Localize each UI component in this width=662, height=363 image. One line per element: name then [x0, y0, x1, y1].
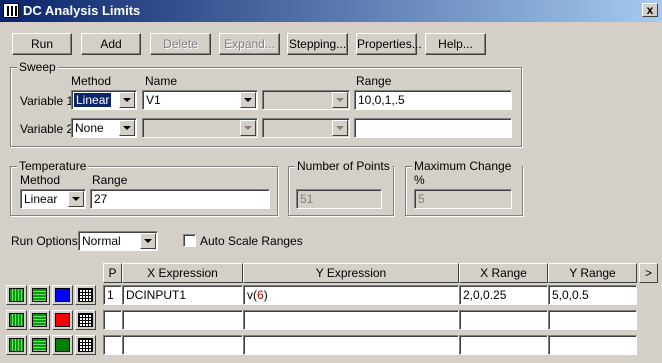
grid-options-icon[interactable]	[75, 335, 96, 355]
maximum-change-legend: Maximum Change %	[412, 159, 522, 187]
temperature-range-header: Range	[92, 173, 128, 187]
grid-options-icon[interactable]	[75, 285, 96, 305]
col-header-x-range[interactable]: X Range	[459, 263, 548, 283]
plot-vertical-bars-icon[interactable]	[6, 310, 27, 330]
y-expression-prefix: v(	[247, 288, 257, 302]
properties-button[interactable]: Properties...	[356, 33, 422, 55]
temperature-method-header: Method	[20, 173, 61, 187]
chevron-down-icon[interactable]	[68, 191, 84, 207]
variable1-range-input[interactable]: 10,0,1,.5	[354, 90, 512, 110]
temperature-range-input[interactable]: 27	[90, 189, 270, 209]
app-icon	[3, 3, 19, 18]
row-y-expression[interactable]	[243, 335, 459, 355]
chevron-down-icon[interactable]	[240, 120, 256, 136]
dc-analysis-limits-window: DC Analysis Limits x Run Add Delete Expa…	[0, 0, 662, 363]
sweep-range-header: Range	[356, 74, 392, 88]
temperature-legend: Temperature	[17, 159, 89, 173]
variable1-name-select[interactable]: V1	[142, 90, 258, 110]
window-title: DC Analysis Limits	[23, 3, 141, 18]
variable2-label: Variable 2	[20, 122, 74, 136]
chevron-down-icon[interactable]	[140, 233, 156, 249]
expand-button[interactable]: Expand...	[219, 33, 280, 55]
col-header-p[interactable]: P	[103, 263, 122, 283]
add-button[interactable]: Add	[81, 33, 141, 55]
run-button[interactable]: Run	[12, 33, 72, 55]
temperature-method-select[interactable]: Linear	[20, 189, 86, 209]
variable1-label: Variable 1	[20, 94, 74, 108]
sweep-method-header: Method	[71, 74, 112, 88]
variable2-method-select[interactable]: None	[71, 118, 137, 138]
row-x-range[interactable]: 2,0,0.25	[459, 285, 548, 305]
row-plot-number[interactable]	[103, 335, 122, 355]
row-x-range[interactable]	[459, 310, 548, 330]
more-columns-button[interactable]: >	[639, 263, 658, 283]
row-y-range[interactable]	[548, 335, 637, 355]
auto-scale-checkbox[interactable]	[183, 234, 196, 247]
row-x-range[interactable]	[459, 335, 548, 355]
row-y-range[interactable]: 5,0,0.5	[548, 285, 637, 305]
sweep-legend: Sweep	[17, 60, 58, 74]
row-plot-number[interactable]: 1	[103, 285, 122, 305]
chevron-down-icon[interactable]	[332, 92, 348, 108]
chevron-down-icon[interactable]	[332, 120, 348, 136]
maximum-change-input[interactable]: 5	[414, 189, 512, 209]
row-plot-number[interactable]	[103, 310, 122, 330]
col-header-y-range[interactable]: Y Range	[548, 263, 637, 283]
row-y-expression[interactable]	[243, 310, 459, 330]
plot-horizontal-bars-icon[interactable]	[29, 310, 50, 330]
stepping-button[interactable]: Stepping...	[287, 33, 348, 55]
variable1-method-select[interactable]: Linear	[71, 90, 137, 110]
close-button[interactable]: x	[642, 3, 658, 17]
chevron-down-icon[interactable]	[119, 120, 135, 136]
plot-vertical-bars-icon[interactable]	[6, 285, 27, 305]
chevron-down-icon[interactable]	[240, 92, 256, 108]
variable1-param-select[interactable]	[262, 90, 350, 110]
run-options-select[interactable]: Normal	[78, 231, 158, 251]
row-x-expression[interactable]: DCINPUT1	[122, 285, 243, 305]
plot-horizontal-bars-icon[interactable]	[29, 335, 50, 355]
title-bar[interactable]: DC Analysis Limits x	[0, 0, 662, 22]
curve-color-swatch[interactable]	[52, 335, 73, 355]
number-of-points-input[interactable]: 51	[296, 189, 382, 209]
auto-scale-label[interactable]: Auto Scale Ranges	[200, 234, 303, 248]
row-y-expression[interactable]: v(6)	[243, 285, 459, 305]
col-header-x-expression[interactable]: X Expression	[122, 263, 243, 283]
variable2-param-select[interactable]	[262, 118, 350, 138]
number-of-points-legend: Number of Points	[295, 159, 392, 173]
delete-button[interactable]: Delete	[150, 33, 211, 55]
variable2-method-value: None	[75, 121, 104, 135]
chevron-down-icon[interactable]	[119, 92, 135, 108]
variable2-range-input[interactable]	[354, 118, 512, 138]
row-y-range[interactable]	[548, 310, 637, 330]
run-options-label: Run Options	[11, 234, 78, 248]
variable1-name-value: V1	[146, 93, 161, 107]
variable1-method-value: Linear	[74, 93, 112, 107]
sweep-name-header: Name	[145, 74, 178, 88]
grid-options-icon[interactable]	[75, 310, 96, 330]
run-options-value: Normal	[82, 234, 121, 248]
plot-horizontal-bars-icon[interactable]	[29, 285, 50, 305]
y-expression-node: 6	[257, 288, 264, 302]
y-expression-suffix: )	[263, 288, 268, 302]
help-button[interactable]: Help...	[425, 33, 486, 55]
row-x-expression[interactable]	[122, 310, 243, 330]
variable2-name-select[interactable]	[142, 118, 258, 138]
row-x-expression[interactable]	[122, 335, 243, 355]
curve-color-swatch[interactable]	[52, 285, 73, 305]
plot-vertical-bars-icon[interactable]	[6, 335, 27, 355]
curve-color-swatch[interactable]	[52, 310, 73, 330]
col-header-y-expression[interactable]: Y Expression	[243, 263, 459, 283]
temperature-method-value: Linear	[24, 192, 58, 206]
